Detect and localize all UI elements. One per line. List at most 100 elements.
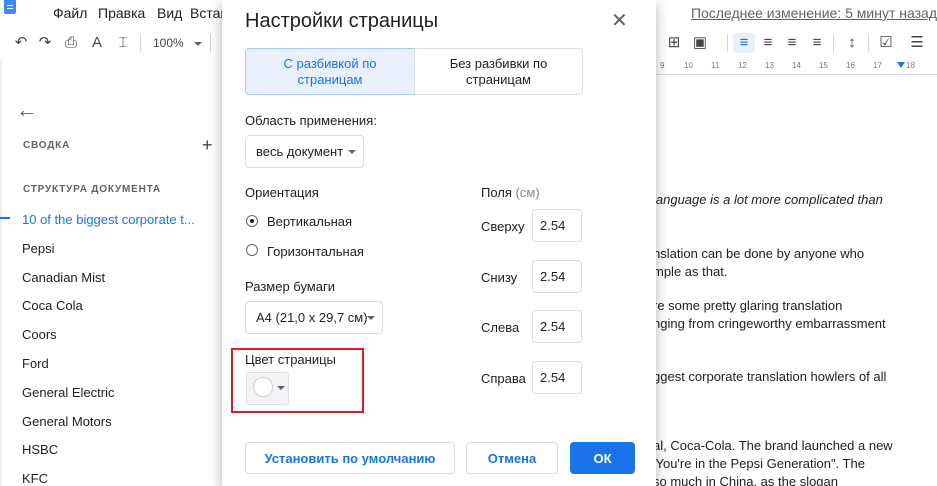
scope-value: весь документ bbox=[256, 144, 344, 159]
set-default-button[interactable]: Установить по умолчанию bbox=[245, 442, 455, 474]
align-left-icon[interactable]: ≡ bbox=[733, 33, 755, 53]
ruler-number: 10 bbox=[684, 61, 693, 70]
toolbar-divider bbox=[868, 34, 869, 52]
margin-right-input[interactable]: 2.54 bbox=[532, 361, 582, 394]
doc-line: so much in China, as the slogan bbox=[656, 474, 838, 486]
tab-paged[interactable]: С разбивкой по страницам bbox=[245, 48, 415, 95]
margins-title: Поля bbox=[481, 185, 512, 200]
print-icon[interactable]: ⎙ bbox=[60, 33, 82, 53]
margin-top-input[interactable]: 2.54 bbox=[532, 209, 582, 242]
last-edit-container: Последнее изменение: 5 минут назад bbox=[656, 5, 937, 23]
tab-pageless-label: Без разбивки по страницам bbox=[449, 55, 548, 87]
ruler-number: 9 bbox=[660, 61, 665, 70]
ruler-number: 13 bbox=[765, 61, 774, 70]
tab-pageless[interactable]: Без разбивки по страницам bbox=[414, 48, 583, 95]
undo-icon[interactable]: ↶ bbox=[10, 33, 32, 53]
doc-line: ggest corporate translation howlers of a… bbox=[656, 369, 887, 384]
outline-item[interactable]: Coors bbox=[22, 327, 57, 342]
chevron-down-icon bbox=[367, 316, 375, 320]
margin-left-label: Слева bbox=[481, 320, 520, 335]
ruler-number: 11 bbox=[711, 61, 720, 70]
last-edit-link[interactable]: Последнее изменение: 5 минут назад bbox=[691, 5, 937, 21]
outline-item[interactable]: General Motors bbox=[22, 414, 112, 429]
orientation-landscape-radio[interactable] bbox=[246, 244, 258, 256]
margin-bottom-input[interactable]: 2.54 bbox=[532, 260, 582, 293]
toolbar-divider bbox=[833, 34, 834, 52]
cancel-button[interactable]: Отмена bbox=[466, 442, 558, 474]
outline-item[interactable]: Ford bbox=[22, 356, 49, 371]
ruler-number: 15 bbox=[819, 61, 828, 70]
margin-right-label: Справа bbox=[481, 371, 526, 386]
menu-view[interactable]: Вид bbox=[157, 5, 182, 21]
paper-size-select[interactable]: A4 (21,0 x 29,7 см) bbox=[245, 301, 383, 334]
ok-button[interactable]: ОК bbox=[570, 442, 635, 474]
document-page[interactable]: language is a lot more complicated than … bbox=[656, 76, 937, 486]
toolbar-divider bbox=[140, 34, 141, 52]
doc-line: re some pretty glaring translation bbox=[656, 298, 843, 313]
active-outline-marker bbox=[0, 217, 10, 219]
line-spacing-icon[interactable]: ↕ bbox=[841, 33, 863, 53]
align-justify-icon[interactable]: ≡ bbox=[806, 33, 828, 53]
chevron-down-icon bbox=[348, 150, 356, 154]
paper-size-value: A4 (21,0 x 29,7 см) bbox=[256, 310, 368, 325]
orientation-portrait-radio[interactable] bbox=[246, 215, 258, 227]
comment-icon[interactable]: ⊞ bbox=[663, 33, 685, 53]
align-right-icon[interactable]: ≡ bbox=[781, 33, 803, 53]
menu-file[interactable]: Файл bbox=[53, 5, 87, 21]
toolbar-divider bbox=[727, 34, 728, 52]
docs-logo-icon[interactable] bbox=[4, 0, 16, 14]
orientation-landscape-label[interactable]: Горизонтальная bbox=[267, 244, 364, 259]
menu-edit[interactable]: Правка bbox=[98, 5, 145, 21]
dialog-title: Настройки страницы bbox=[245, 10, 439, 32]
menu-insert[interactable]: Вставка bbox=[190, 5, 222, 21]
sidebar-edge bbox=[0, 60, 2, 486]
outline-item[interactable]: 10 of the biggest corporate t... bbox=[22, 212, 195, 227]
doc-line: nslation can be done by anyone who bbox=[656, 246, 865, 261]
outline-item[interactable]: Coca Cola bbox=[22, 298, 83, 313]
margins-unit: (см) bbox=[515, 185, 540, 200]
scope-select[interactable]: весь документ bbox=[245, 135, 364, 168]
image-icon[interactable]: ▣ bbox=[689, 33, 711, 53]
margins-label: Поля (см) bbox=[481, 185, 540, 200]
spellcheck-icon[interactable]: A bbox=[86, 33, 108, 53]
redo-icon[interactable]: ↷ bbox=[34, 33, 56, 53]
outline-item[interactable]: Canadian Mist bbox=[22, 270, 105, 285]
ruler-number: 16 bbox=[846, 61, 855, 70]
orientation-label: Ориентация bbox=[245, 185, 319, 200]
tab-paged-label: С разбивкой по страницам bbox=[283, 55, 377, 87]
checklist-icon[interactable]: ☑ bbox=[875, 33, 897, 53]
bulleted-list-icon[interactable]: ☰ bbox=[906, 33, 928, 53]
align-center-icon[interactable]: ≡ bbox=[757, 33, 779, 53]
highlight-annotation bbox=[231, 348, 364, 413]
summary-heading: СВОДКА bbox=[23, 140, 71, 151]
doc-line: language is a lot more complicated than bbox=[656, 192, 883, 207]
chevron-down-icon bbox=[194, 42, 202, 46]
outline-item[interactable]: KFC bbox=[22, 471, 48, 486]
doc-line: nging from cringeworthy embarrassment bbox=[656, 316, 886, 331]
outline-item[interactable]: HSBC bbox=[22, 442, 58, 457]
ruler-number: 18 bbox=[906, 61, 915, 70]
doc-line: al, Coca-Cola. The brand launched a new bbox=[656, 438, 893, 453]
paper-size-label: Размер бумаги bbox=[245, 279, 335, 294]
doc-line: 'You're in the Pepsi Generation". The bbox=[656, 456, 865, 471]
doc-line: mple as that. bbox=[656, 264, 728, 279]
paint-format-icon[interactable]: ⌶ bbox=[112, 33, 134, 53]
ruler-number: 14 bbox=[792, 61, 801, 70]
add-summary-icon[interactable]: + bbox=[202, 135, 213, 156]
outline-heading: СТРУКТУРА ДОКУМЕНТА bbox=[23, 184, 161, 195]
margin-top-label: Сверху bbox=[481, 219, 525, 234]
outline-item[interactable]: Pepsi bbox=[22, 241, 55, 256]
cancel-label: Отмена bbox=[487, 450, 537, 466]
set-default-label: Установить по умолчанию bbox=[264, 450, 436, 466]
ruler-number: 17 bbox=[873, 61, 882, 70]
scope-label: Область применения: bbox=[245, 113, 377, 128]
toolbar-divider bbox=[210, 34, 211, 52]
outline-item[interactable]: General Electric bbox=[22, 385, 114, 400]
ruler-number: 12 bbox=[738, 61, 747, 70]
back-arrow-icon[interactable]: ← bbox=[16, 97, 38, 123]
ok-label: ОК bbox=[593, 450, 612, 466]
margin-left-input[interactable]: 2.54 bbox=[532, 310, 582, 343]
close-icon[interactable]: ✕ bbox=[611, 8, 628, 33]
orientation-portrait-label[interactable]: Вертикальная bbox=[267, 214, 352, 229]
zoom-select[interactable]: 100% bbox=[153, 36, 184, 50]
